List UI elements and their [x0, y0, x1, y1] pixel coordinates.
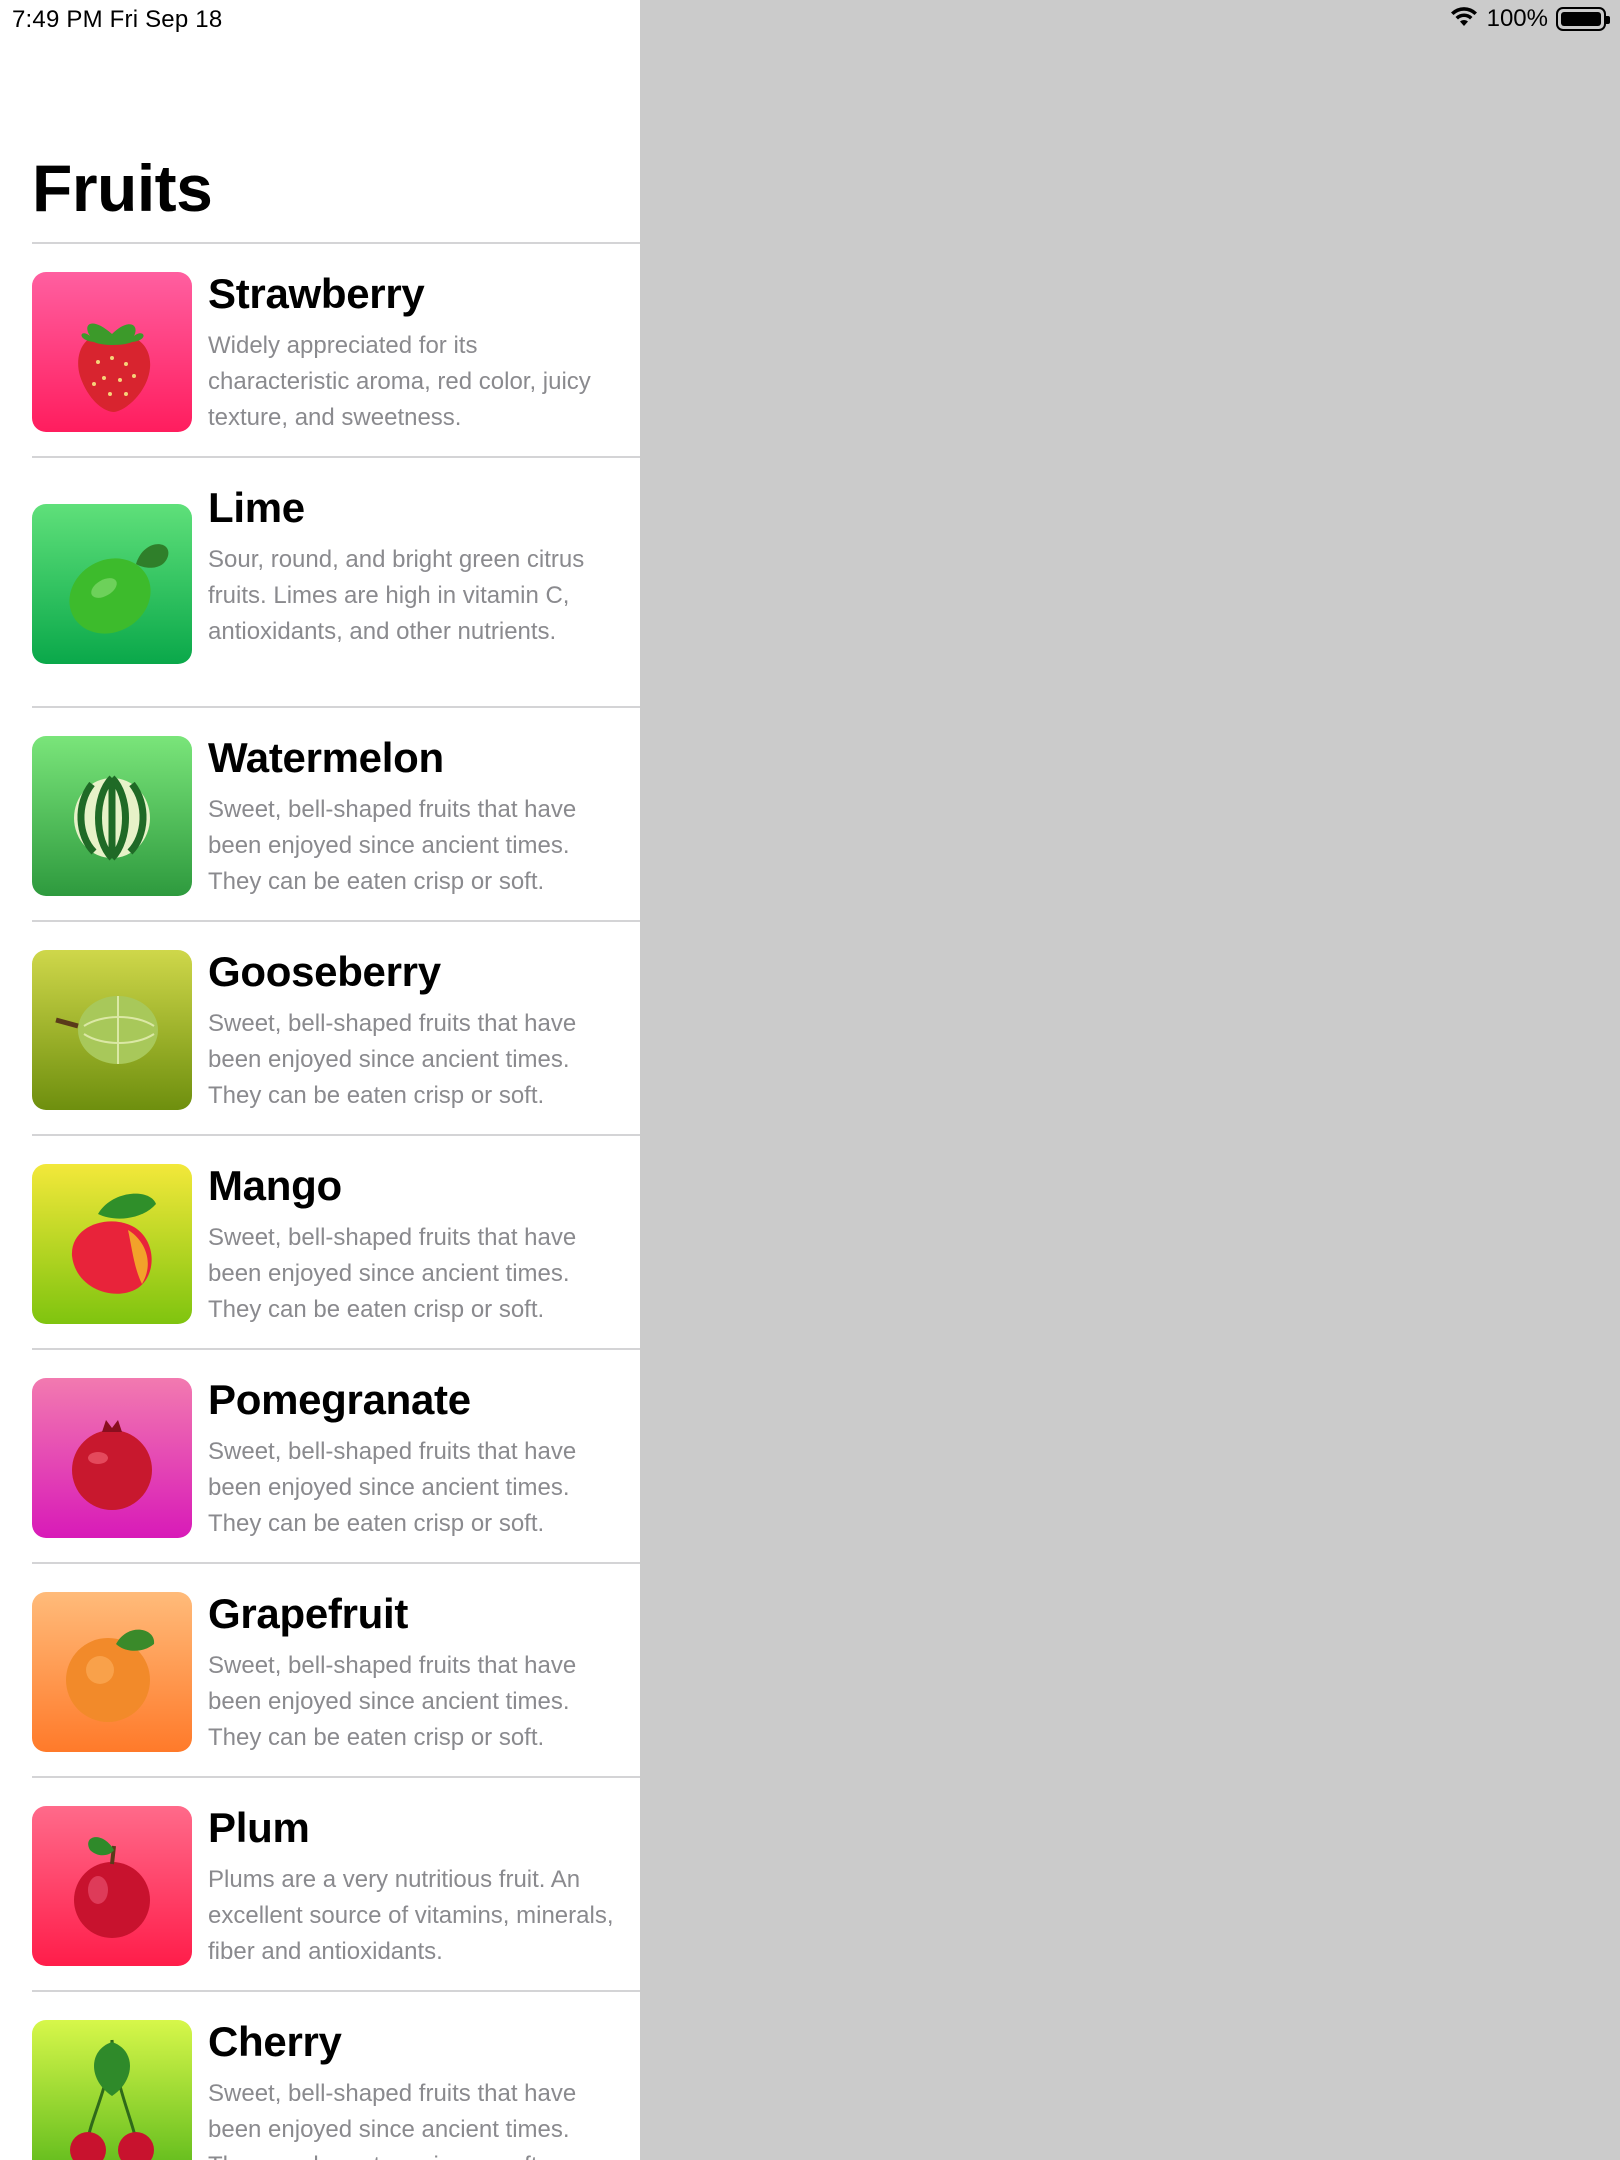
fruit-name: Strawberry — [208, 270, 425, 317]
fruit-name: Plum — [208, 1804, 310, 1851]
list-item-gooseberry[interactable]: Gooseberry Sweet, bell-shaped fruits tha… — [0, 922, 640, 1136]
fruit-name: Pomegranate — [208, 1376, 471, 1423]
gooseberry-image — [32, 950, 192, 1110]
fruit-description: Sweet, bell-shaped fruits that have been… — [208, 796, 577, 895]
wifi-icon — [1449, 6, 1479, 33]
list-item-plum[interactable]: Plum Plums are a very nutritious fruit. … — [0, 1778, 640, 1992]
list-item-grapefruit[interactable]: Grapefruit Sweet, bell-shaped fruits tha… — [0, 1564, 640, 1778]
cherry-image — [32, 2020, 192, 2160]
fruit-name: Watermelon — [208, 734, 444, 781]
list-item-lime[interactable]: Lime Sour, round, and bright green citru… — [0, 458, 640, 708]
status-time: 7:49 PM Fri Sep 18 — [12, 6, 223, 33]
fruit-description: Widely appreciated for its characteristi… — [208, 332, 591, 431]
fruit-name: Mango — [208, 1162, 342, 1209]
fruit-name: Lime — [208, 484, 305, 531]
list-item-pomegranate[interactable]: Pomegranate Sweet, bell-shaped fruits th… — [0, 1350, 640, 1564]
lime-image — [32, 504, 192, 664]
mango-image — [32, 1164, 192, 1324]
list-item-watermelon[interactable]: Watermelon Sweet, bell-shaped fruits tha… — [0, 708, 640, 922]
list-item-strawberry[interactable]: Strawberry Widely appreciated for its ch… — [0, 244, 640, 458]
fruit-list: Strawberry Widely appreciated for its ch… — [0, 244, 640, 2160]
status-bar: 7:49 PM Fri Sep 18 100% — [0, 0, 1620, 40]
plum-image — [32, 1806, 192, 1966]
fruit-description: Plums are a very nutritious fruit. An ex… — [208, 1866, 614, 1965]
fruit-description: Sweet, bell-shaped fruits that have been… — [208, 2080, 577, 2160]
fruit-name: Grapefruit — [208, 1590, 409, 1637]
list-item-cherry[interactable]: Cherry Sweet, bell-shaped fruits that ha… — [0, 1992, 640, 2160]
fruit-name: Cherry — [208, 2018, 342, 2065]
grapefruit-image — [32, 1592, 192, 1752]
list-item-mango[interactable]: Mango Sweet, bell-shaped fruits that hav… — [0, 1136, 640, 1350]
fruit-description: Sweet, bell-shaped fruits that have been… — [208, 1438, 577, 1537]
strawberry-image — [32, 272, 192, 432]
battery-percentage: 100% — [1486, 5, 1548, 32]
page-title: Fruits — [32, 151, 213, 225]
fruit-description: Sour, round, and bright green citrus fru… — [208, 546, 585, 645]
fruit-description: Sweet, bell-shaped fruits that have been… — [208, 1224, 577, 1323]
status-right: 100% — [1449, 5, 1610, 33]
watermelon-image — [32, 736, 192, 896]
pomegranate-image — [32, 1378, 192, 1538]
fruit-description: Sweet, bell-shaped fruits that have been… — [208, 1010, 577, 1109]
fruit-name: Gooseberry — [208, 948, 441, 995]
fruit-description: Sweet, bell-shaped fruits that have been… — [208, 1652, 577, 1751]
battery-icon — [1556, 7, 1610, 31]
sidebar: Fruits Strawberry Widely appreciated for… — [0, 0, 640, 2160]
